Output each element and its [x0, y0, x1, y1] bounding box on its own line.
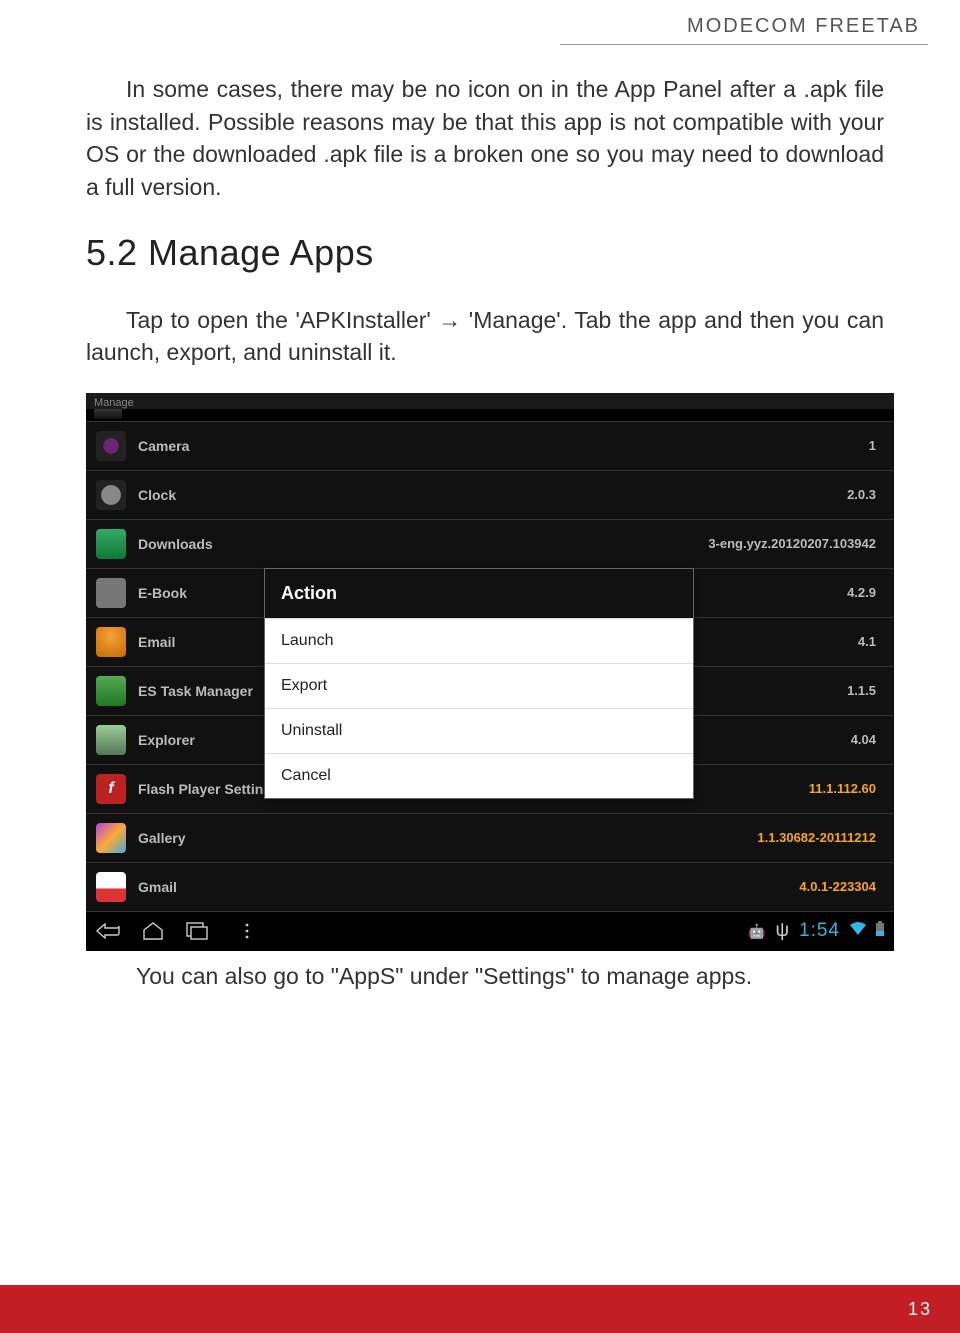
dialog-export-button[interactable]: Export [265, 663, 693, 708]
app-version-label: 3-eng.yyz.20120207.103942 [708, 536, 876, 551]
dialog-cancel-button[interactable]: Cancel [265, 753, 693, 798]
app-name-label: Clock [138, 487, 847, 503]
app-row[interactable]: Gmail 4.0.1-223304 [86, 862, 894, 911]
app-row[interactable]: Clock 2.0.3 [86, 470, 894, 519]
paragraph-instructions: Tap to open the 'APKInstaller' → 'Manage… [86, 304, 884, 369]
app-version-label: 2.0.3 [847, 487, 876, 502]
clock-icon [96, 480, 126, 510]
app-row[interactable]: Downloads 3-eng.yyz.20120207.103942 [86, 519, 894, 568]
dialog-title: Action [265, 569, 693, 618]
gmail-icon [96, 872, 126, 902]
wifi-icon [850, 920, 866, 942]
app-name-label: Camera [138, 438, 869, 454]
app-version-label: 4.04 [851, 732, 876, 747]
paragraph-instructions-text: Tap to open the 'APKInstaller' → 'Manage… [86, 307, 884, 366]
email-icon [96, 627, 126, 657]
explorer-icon [96, 725, 126, 755]
app-version-label: 4.2.9 [847, 585, 876, 600]
task-manager-icon [96, 676, 126, 706]
screenshot-topicon [94, 409, 122, 419]
status-time: 1:54 [799, 920, 840, 942]
home-icon[interactable] [142, 922, 164, 940]
screenshot-title: Manage [86, 393, 894, 409]
header-divider [560, 44, 928, 45]
app-name-label: Downloads [138, 536, 708, 552]
app-version-label: 1.1.30682-20111212 [757, 830, 876, 845]
app-version-label: 4.0.1-223304 [799, 879, 876, 894]
download-icon [96, 529, 126, 559]
dialog-launch-button[interactable]: Launch [265, 618, 693, 663]
screenshot-manage-apps: Manage Camera 1 Clock 2.0.3 Downloads 3-… [86, 393, 894, 951]
recent-apps-icon[interactable] [186, 922, 208, 940]
page-header-brand: MODECOM FREETAB [0, 0, 960, 44]
page-number: 13 [908, 1299, 932, 1320]
app-row[interactable]: Camera 1 [86, 421, 894, 470]
app-version-label: 1 [869, 438, 876, 453]
app-name-label: Gallery [138, 830, 757, 846]
usb-icon: ψ [775, 920, 789, 942]
android-debug-icon: 🤖 [748, 923, 765, 940]
app-name-label: Gmail [138, 879, 799, 895]
gallery-icon [96, 823, 126, 853]
camera-icon [96, 431, 126, 461]
section-heading: 5.2 Manage Apps [86, 232, 884, 274]
paragraph-intro: In some cases, there may be no icon on i… [86, 73, 884, 204]
paragraph-intro-text: In some cases, there may be no icon on i… [86, 76, 884, 200]
app-version-label: 1.1.5 [847, 683, 876, 698]
flash-icon: f [96, 774, 126, 804]
dialog-uninstall-button[interactable]: Uninstall [265, 708, 693, 753]
page-content: In some cases, there may be no icon on i… [0, 73, 960, 990]
android-navbar: 🤖 ψ 1:54 [86, 911, 894, 951]
screenshot-caption: You can also go to "AppS" under "Setting… [86, 963, 884, 990]
ebook-icon [96, 578, 126, 608]
action-dialog: Action Launch Export Uninstall Cancel [264, 568, 694, 799]
back-icon[interactable] [96, 923, 120, 939]
page-footer: 13 [0, 1285, 960, 1333]
app-version-label: 4.1 [858, 634, 876, 649]
app-row[interactable]: Gallery 1.1.30682-20111212 [86, 813, 894, 862]
menu-dots-icon[interactable] [244, 922, 250, 940]
battery-icon [876, 920, 884, 942]
app-version-label: 11.1.112.60 [809, 781, 876, 796]
